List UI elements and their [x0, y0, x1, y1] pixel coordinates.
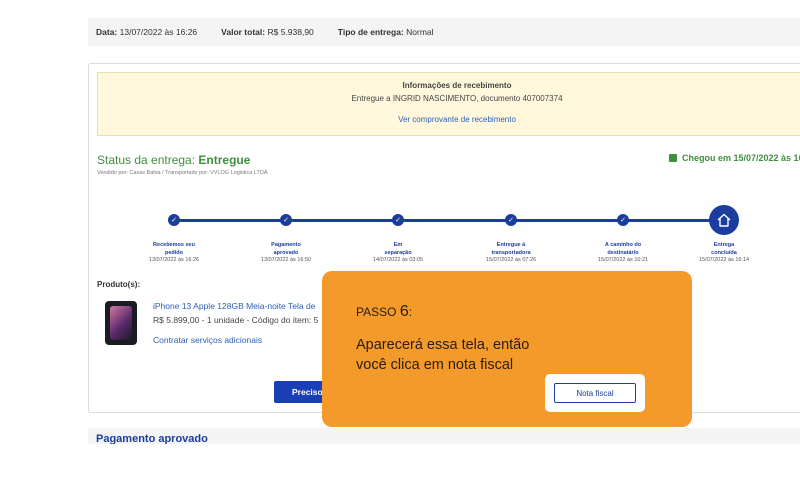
product-image[interactable]: [105, 301, 137, 345]
tutorial-callout: PASSO 6: Aparecerá essa tela, então você…: [322, 271, 692, 427]
order-summary-bar: Data: 13/07/2022 às 16:26 Valor total: R…: [88, 18, 800, 46]
step-label-payment: Pagamento aprovado 13/07/2022 às 16:50: [260, 242, 312, 264]
step-label-separation: Em separação 14/07/2022 às 03:05: [372, 242, 424, 264]
home-icon: [717, 213, 731, 227]
invoice-button[interactable]: Nota fiscal: [554, 383, 636, 403]
step-label-on-the-way: A caminho do destinatário 15/07/2022 às 1…: [597, 242, 649, 264]
step-dot-separation: ✓: [392, 214, 404, 226]
step-label-delivered: Entrega concluída 15/07/2022 às 16:14: [698, 242, 750, 264]
step-label-received: Recebemos seu pedido 13/07/2022 às 16:26: [148, 242, 200, 264]
check-icon: ✓: [395, 216, 401, 224]
check-icon: ✓: [620, 216, 626, 224]
calendar-icon: [669, 154, 677, 162]
step-delivered: [709, 205, 739, 235]
step-dot-carrier: ✓: [505, 214, 517, 226]
highlight-frame: Nota fiscal: [545, 374, 645, 412]
check-icon: ✓: [171, 216, 177, 224]
payment-approved-section: Pagamento aprovado: [88, 428, 800, 444]
delivery-status: Status da entrega: Entregue: [97, 153, 251, 167]
step-number: PASSO 6:: [356, 303, 413, 320]
delivery-status-value: Entregue: [198, 153, 251, 167]
arrived-date: Chegou em 15/07/2022 às 16:: [669, 153, 800, 163]
additional-services-link[interactable]: Contratar serviços adicionais: [153, 335, 262, 345]
step-dot-payment: ✓: [280, 214, 292, 226]
receipt-title: Informações de recebimento: [402, 81, 512, 90]
products-label: Produto(s):: [97, 280, 141, 289]
product-info: R$ 5.899,00 - 1 unidade - Código do item…: [153, 315, 319, 325]
step-label-carrier: Entregue à transportadora 15/07/2022 às 0…: [485, 242, 537, 264]
order-date: Data: 13/07/2022 às 16:26: [96, 27, 198, 37]
step-dot-on-the-way: ✓: [617, 214, 629, 226]
tracking-line: [173, 219, 726, 222]
order-total: Valor total: R$ 5.938,90: [221, 27, 314, 37]
product-name-link[interactable]: iPhone 13 Apple 128GB Meia-noite Tela de: [153, 301, 315, 311]
step-instruction: Aparecerá essa tela, então você clica em…: [356, 337, 530, 373]
check-icon: ✓: [508, 216, 514, 224]
check-icon: ✓: [283, 216, 289, 224]
step-dot-received: ✓: [168, 214, 180, 226]
sold-by-text: Vendido por: Casas Bahia / Transportado …: [97, 170, 268, 176]
section-title: Pagamento aprovado: [96, 433, 208, 444]
receipt-recipient: Entregue a INGRID NASCIMENTO, documento …: [351, 94, 563, 103]
delivery-type: Tipo de entrega: Normal: [337, 27, 434, 37]
receipt-proof-link[interactable]: Ver comprovante de recebimento: [98, 115, 800, 124]
receipt-info-box: Informações de recebimento Entregue a IN…: [97, 72, 800, 136]
